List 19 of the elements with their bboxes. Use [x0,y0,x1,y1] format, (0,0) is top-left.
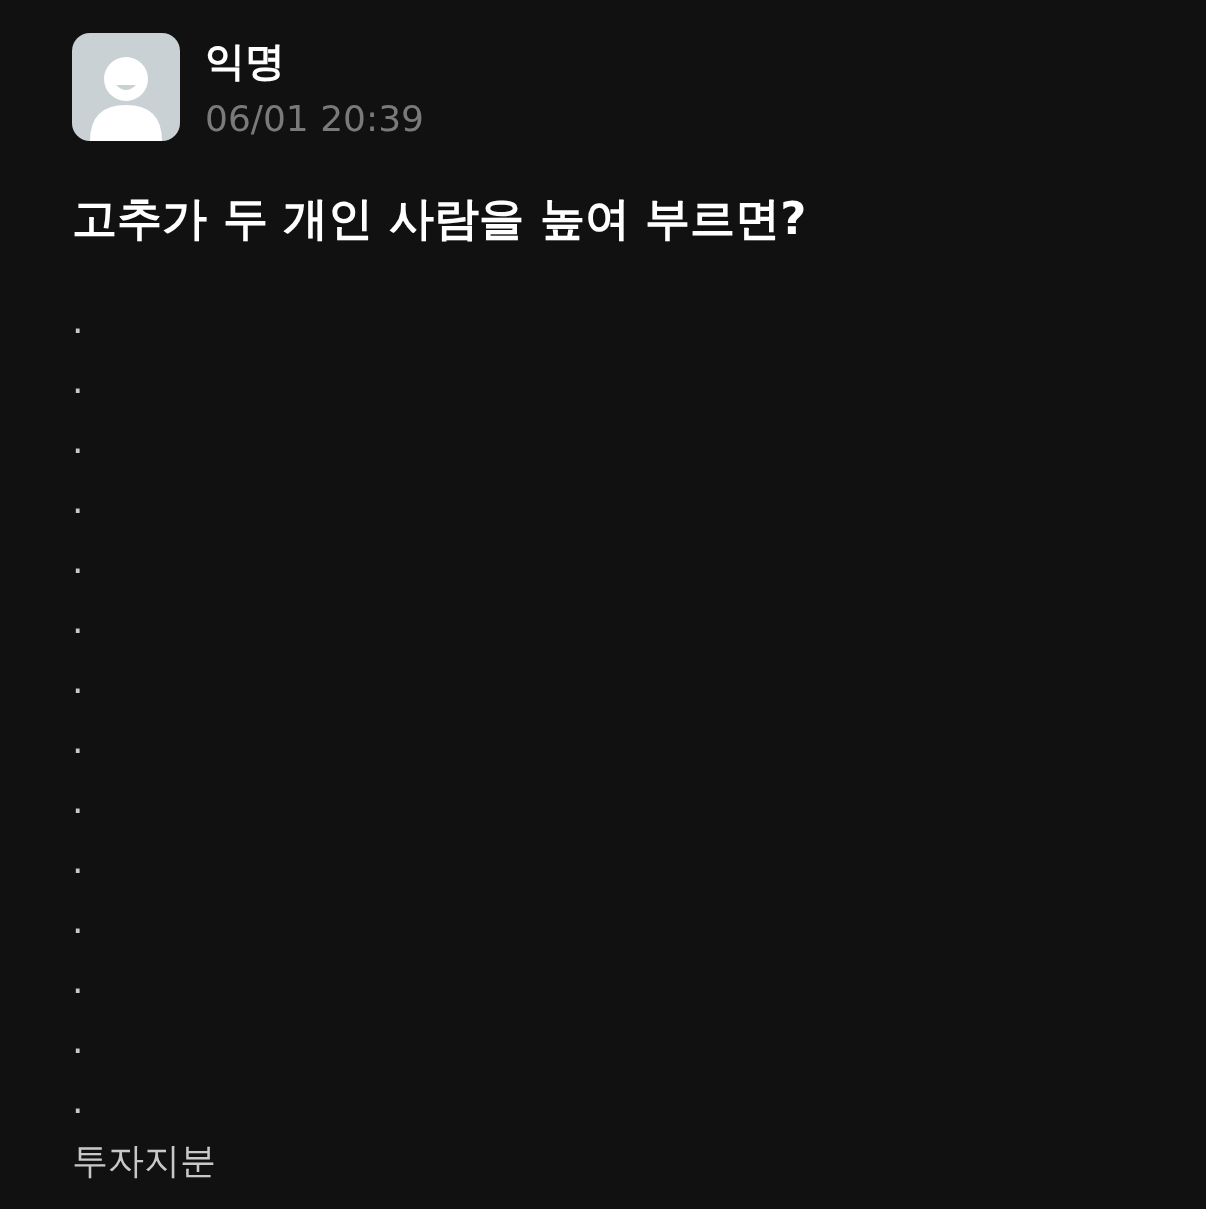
body-line: . [72,839,84,883]
body-line: . [72,419,84,463]
author-name: 익명 [205,37,286,86]
body-line: . [72,599,84,643]
body-line: . [72,779,84,823]
body-line: . [72,539,84,583]
body-line: . [72,659,84,703]
body-line: . [72,1079,84,1123]
body-line: . [72,959,84,1003]
post-title: 고추가 두 개인 사람을 높여 부르면? [72,191,808,247]
body-line: . [72,719,84,763]
body-line: . [72,359,84,403]
body-line: . [72,899,84,943]
post-time: 06/01 20:39 [205,97,424,141]
body-line: 투자지분 [72,1139,216,1183]
body-line: . [72,479,84,523]
body-line: . [72,299,84,343]
avatar-icon [72,33,180,141]
body-line: . [72,1019,84,1063]
